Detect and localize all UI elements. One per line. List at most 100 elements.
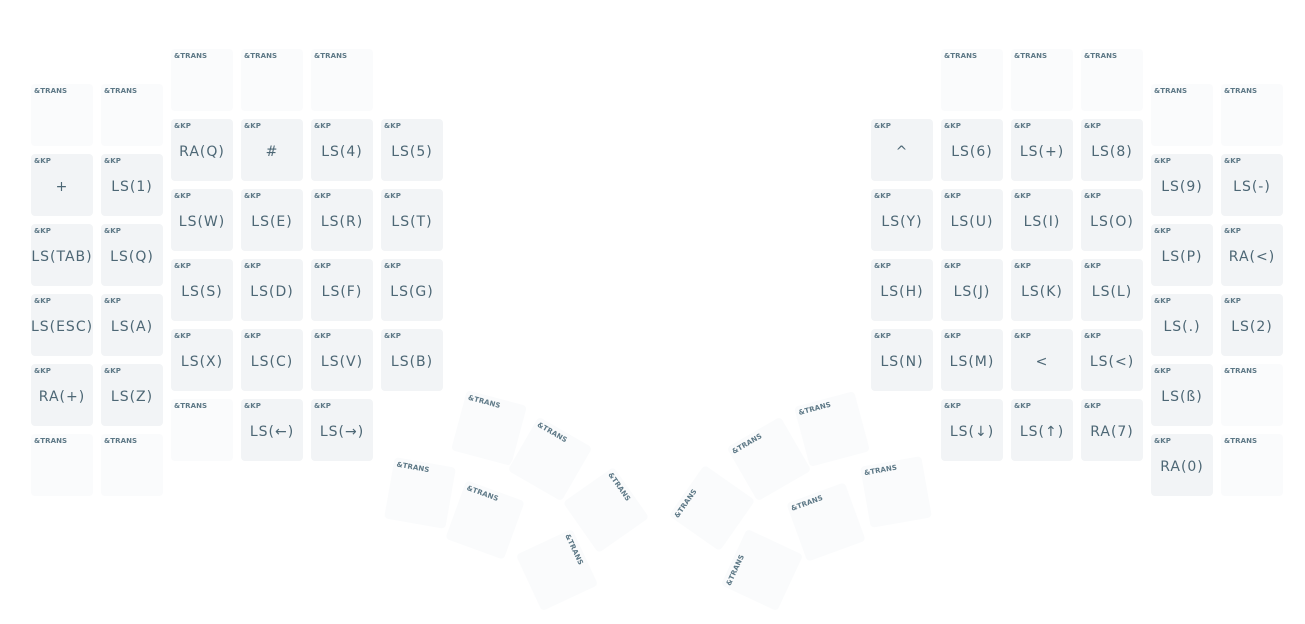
left-key-ls-a[interactable]: &KP LS(A) (100, 293, 164, 357)
key-binding-tag: &TRANS (465, 484, 500, 503)
key-label: LS(Z) (110, 389, 154, 405)
right-key-trans[interactable]: &TRANS (1220, 363, 1284, 427)
right-key-ls-m[interactable]: &KP LS(M) (940, 328, 1004, 392)
left-key-trans[interactable]: &TRANS (30, 83, 94, 147)
left-key-hash[interactable]: &KP # (240, 118, 304, 182)
key-label: LS(D) (250, 284, 294, 300)
left-key-ls-c[interactable]: &KP LS(C) (240, 328, 304, 392)
left-key-trans[interactable]: &TRANS (170, 398, 234, 462)
right-key-trans[interactable]: &TRANS (1010, 48, 1074, 112)
key-binding-tag: &TRANS (395, 460, 430, 475)
left-key-ls-1[interactable]: &KP LS(1) (100, 153, 164, 217)
left-key-ls-4[interactable]: &KP LS(4) (310, 118, 374, 182)
right-key-ls-up-arrow[interactable]: &KP LS(↑) (1010, 398, 1074, 462)
key-label: RA(Q) (179, 144, 225, 160)
left-key-ls-right-arrow[interactable]: &KP LS(→) (310, 398, 374, 462)
key-label: LS(↑) (1019, 424, 1065, 440)
key-label: LS(W) (178, 214, 226, 230)
right-key-ls-plus[interactable]: &KP LS(+) (1010, 118, 1074, 182)
right-key-trans[interactable]: &TRANS (1220, 83, 1284, 147)
right-key-ls-l[interactable]: &KP LS(L) (1080, 258, 1144, 322)
key-label: RA(7) (1090, 424, 1134, 440)
left-key-trans[interactable]: &TRANS (310, 48, 374, 112)
left-key-trans[interactable]: &TRANS (30, 433, 94, 497)
left-key-ls-x[interactable]: &KP LS(X) (170, 328, 234, 392)
key-label: LS(F) (321, 284, 363, 300)
left-key-trans[interactable]: &TRANS (100, 433, 164, 497)
left-key-ls-q[interactable]: &KP LS(Q) (100, 223, 164, 287)
key-label: LS(M) (949, 354, 995, 370)
left-key-trans[interactable]: &TRANS (170, 48, 234, 112)
key-label: RA(0) (1160, 459, 1204, 475)
left-key-ls-v[interactable]: &KP LS(V) (310, 328, 374, 392)
left-key-plus[interactable]: &KP + (30, 153, 94, 217)
left-key-ls-esc[interactable]: &KP LS(ESC) (30, 293, 94, 357)
right-key-ls-minus[interactable]: &KP LS(-) (1220, 153, 1284, 217)
right-key-ra-0[interactable]: &KP RA(0) (1150, 433, 1214, 497)
right-key-trans[interactable]: &TRANS (1080, 48, 1144, 112)
left-key-ls-w[interactable]: &KP LS(W) (170, 188, 234, 252)
left-thumb-key-trans[interactable]: &TRANS (382, 455, 458, 531)
left-thumb-key-trans[interactable]: &TRANS (443, 478, 527, 562)
right-key-ls-o[interactable]: &KP LS(O) (1080, 188, 1144, 252)
right-key-ls-u[interactable]: &KP LS(U) (940, 188, 1004, 252)
keymap-board: &TRANS &TRANS &TRANS &TRANS &TRANS &KP RA(Q) &K… (0, 0, 1305, 624)
key-binding-tag: &TRANS (1224, 87, 1258, 95)
right-key-ls-2[interactable]: &KP LS(2) (1220, 293, 1284, 357)
right-key-less-than[interactable]: &KP < (1010, 328, 1074, 392)
left-key-ra-plus[interactable]: &KP RA(+) (30, 363, 94, 427)
right-key-ls-j[interactable]: &KP LS(J) (940, 258, 1004, 322)
left-key-ls-g[interactable]: &KP LS(G) (380, 258, 444, 322)
left-key-ra-q[interactable]: &KP RA(Q) (170, 118, 234, 182)
key-binding-tag: &TRANS (790, 493, 825, 513)
right-key-ls-y[interactable]: &KP LS(Y) (870, 188, 934, 252)
right-key-ls-less-than[interactable]: &KP LS(<) (1080, 328, 1144, 392)
key-label: # (265, 144, 279, 160)
key-label: RA(<) (1228, 249, 1276, 265)
key-label: LS(1) (111, 179, 153, 195)
left-key-trans[interactable]: &TRANS (100, 83, 164, 147)
right-thumb-key-trans[interactable]: &TRANS (719, 527, 805, 613)
key-label: LS(A) (110, 319, 154, 335)
left-key-ls-r[interactable]: &KP LS(R) (310, 188, 374, 252)
right-key-ls-n[interactable]: &KP LS(N) (870, 328, 934, 392)
right-key-ls-k[interactable]: &KP LS(K) (1010, 258, 1074, 322)
right-key-ls-down-arrow[interactable]: &KP LS(↓) (940, 398, 1004, 462)
right-key-ra-7[interactable]: &KP RA(7) (1080, 398, 1144, 462)
right-key-ls-h[interactable]: &KP LS(H) (870, 258, 934, 322)
left-key-ls-left-arrow[interactable]: &KP LS(←) (240, 398, 304, 462)
left-key-ls-b[interactable]: &KP LS(B) (380, 328, 444, 392)
right-key-ls-period[interactable]: &KP LS(.) (1150, 293, 1214, 357)
right-key-ls-i[interactable]: &KP LS(I) (1010, 188, 1074, 252)
key-binding-tag: &TRANS (104, 437, 138, 445)
right-key-ra-less-than[interactable]: &KP RA(<) (1220, 223, 1284, 287)
key-label: LS(N) (880, 354, 924, 370)
right-key-ls-eszett[interactable]: &KP LS(ß) (1150, 363, 1214, 427)
left-key-ls-s[interactable]: &KP LS(S) (170, 258, 234, 322)
key-label: LS(8) (1091, 144, 1133, 160)
left-key-trans[interactable]: &TRANS (240, 48, 304, 112)
key-label: LS(K) (1021, 284, 1063, 300)
key-label: LS(ß) (1161, 389, 1203, 405)
key-label: LS(.) (1163, 319, 1201, 335)
right-key-ls-8[interactable]: &KP LS(8) (1080, 118, 1144, 182)
key-label: LS(Q) (110, 249, 154, 265)
left-key-ls-e[interactable]: &KP LS(E) (240, 188, 304, 252)
key-label: LS(←) (249, 424, 295, 440)
left-key-ls-f[interactable]: &KP LS(F) (310, 258, 374, 322)
key-binding-tag: &TRANS (730, 432, 764, 456)
right-key-ls-6[interactable]: &KP LS(6) (940, 118, 1004, 182)
right-key-trans[interactable]: &TRANS (1150, 83, 1214, 147)
right-key-trans[interactable]: &TRANS (1220, 433, 1284, 497)
right-key-caret[interactable]: &KP ^ (870, 118, 934, 182)
left-key-ls-t[interactable]: &KP LS(T) (380, 188, 444, 252)
left-key-ls-5[interactable]: &KP LS(5) (380, 118, 444, 182)
right-key-trans[interactable]: &TRANS (940, 48, 1004, 112)
right-key-ls-9[interactable]: &KP LS(9) (1150, 153, 1214, 217)
left-key-ls-d[interactable]: &KP LS(D) (240, 258, 304, 322)
left-key-ls-z[interactable]: &KP LS(Z) (100, 363, 164, 427)
right-key-ls-p[interactable]: &KP LS(P) (1150, 223, 1214, 287)
left-key-ls-tab[interactable]: &KP LS(TAB) (30, 223, 94, 287)
left-thumb-key-trans[interactable]: &TRANS (514, 527, 600, 613)
right-thumb-key-trans[interactable]: &TRANS (858, 454, 934, 530)
